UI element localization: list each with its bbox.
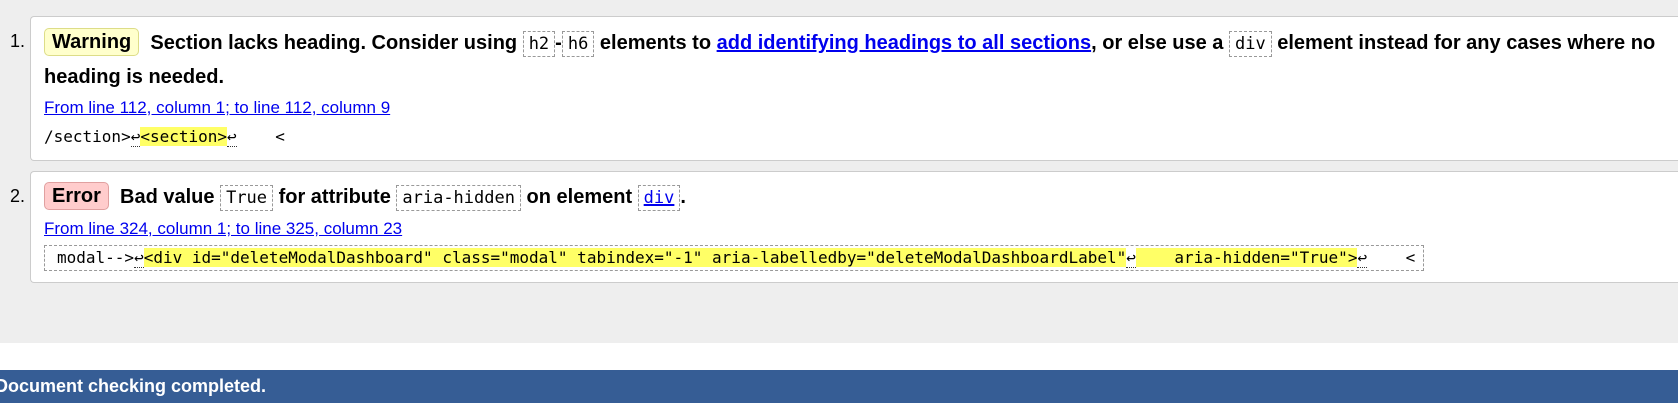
extract-text: /section> [44, 127, 131, 146]
message-text-continued: heading is needed. [44, 66, 225, 88]
code-extract: /section>↩<section>↩ < [44, 125, 285, 149]
code-h6: h6 [561, 31, 595, 57]
return-icon: ↩ [1357, 248, 1368, 268]
return-icon: ↩ [130, 127, 141, 147]
dash-text: - [555, 32, 562, 54]
status-bar: Document checking completed. [0, 370, 1678, 403]
extract-text: < [236, 127, 285, 146]
message-number: 2. [10, 186, 26, 206]
return-icon: ↩ [227, 127, 237, 147]
results-area: 1. Warning Section lacks heading. Consid… [0, 0, 1678, 343]
code-aria-hidden: aria-hidden [396, 185, 521, 211]
warning-badge: Warning [44, 28, 140, 56]
location-link[interactable]: From line 324, column 1; to line 325, co… [44, 217, 402, 241]
location-link[interactable]: From line 112, column 1; to line 112, co… [44, 96, 390, 120]
message-text-part: . [680, 186, 686, 208]
code-extract: modal-->↩<div id="deleteModalDashboard" … [44, 245, 1425, 271]
message-text-part: Bad value [120, 186, 215, 208]
return-icon: ↩ [134, 248, 144, 268]
extract-highlight: <div id="deleteModalDashboard" class="mo… [143, 248, 1127, 267]
extract-text: modal--> [57, 248, 135, 267]
message-text-part: element instead for any cases where no [1277, 32, 1656, 54]
message-text-part: Section lacks heading. Consider using [150, 32, 518, 54]
message-text-part: on element [526, 186, 633, 208]
message-number: 1. [10, 31, 26, 51]
code-h2: h2 [522, 31, 556, 57]
message-card: Warning Section lacks heading. Consider … [30, 16, 1678, 161]
code-div: div [1228, 31, 1272, 57]
code-true: True [220, 185, 274, 211]
message-text-part: elements to [599, 32, 712, 54]
message-text-part: for attribute [278, 186, 391, 208]
extract-highlight: aria-hidden="True"> [1135, 248, 1358, 267]
headings-help-link[interactable]: add identifying headings to all sections [717, 32, 1092, 54]
return-icon: ↩ [1126, 248, 1136, 268]
message-card: Error Bad value True for attribute aria-… [30, 171, 1678, 283]
message-text: Warning Section lacks heading. Consider … [44, 25, 1655, 63]
code-div: div [637, 185, 681, 211]
extract-highlight: <section> [140, 127, 228, 146]
status-text: Document checking completed. [0, 376, 267, 396]
message-text: Error Bad value True for attribute aria-… [44, 179, 686, 217]
element-div-link[interactable]: div [637, 185, 681, 211]
error-badge: Error [44, 182, 109, 210]
extract-text: < [1367, 248, 1416, 267]
message-text-part: , or else use a [1091, 32, 1224, 54]
